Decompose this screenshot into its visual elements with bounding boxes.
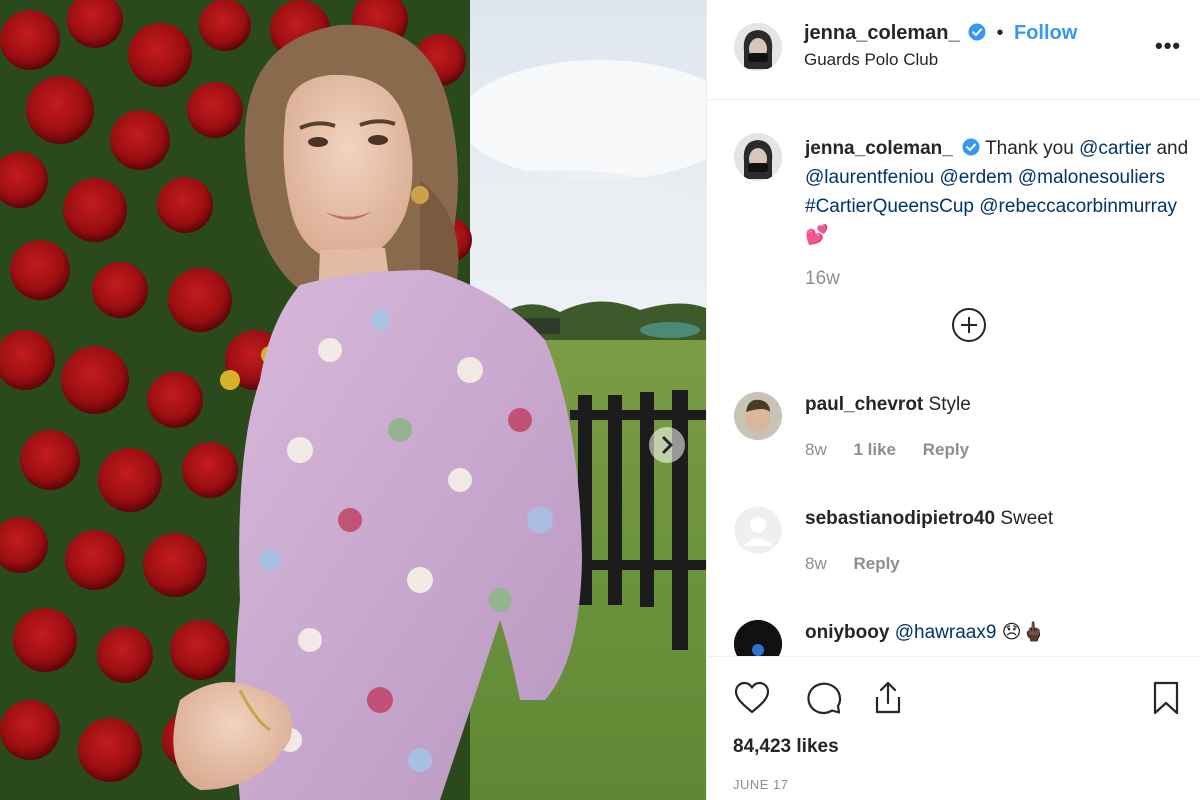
chevron-right-icon: [662, 436, 673, 454]
post-caption: jenna_coleman_ Thank you @cartier and @l…: [805, 134, 1190, 250]
commenter-avatar[interactable]: [734, 392, 782, 440]
comment-emoji: 😞🖕🏿: [1001, 622, 1046, 643]
comments-section[interactable]: jenna_coleman_ Thank you @cartier and @l…: [707, 100, 1200, 656]
comment-item: paul_chevrot Style 8w 1 like Reply: [707, 392, 1200, 472]
post-photo-image: [0, 0, 706, 800]
comment-mention[interactable]: @hawraax9: [895, 622, 997, 643]
caption-hashtag[interactable]: #CartierQueensCup: [805, 196, 974, 217]
caption-emoji: 💕: [805, 225, 829, 246]
comment-item: oniybooy @hawraax9 😞🖕🏿: [707, 620, 1200, 656]
reply-button[interactable]: Reply: [923, 440, 969, 459]
author-line: jenna_coleman_ • Follow: [804, 22, 1077, 45]
comment-username[interactable]: sebastianodipietro40: [805, 508, 995, 529]
caption-mention[interactable]: @erdem: [939, 167, 1012, 188]
comment-item: sebastianodipietro40 Sweet 8w Reply: [707, 506, 1200, 586]
post-header: jenna_coleman_ • Follow Guards Polo Club…: [707, 0, 1200, 100]
verified-badge-icon: [968, 23, 986, 41]
post-date: JUNE 17: [733, 777, 789, 792]
caption-mention[interactable]: @rebeccacorbinmurray: [979, 196, 1177, 217]
post-actions: 84,423 likes JUNE 17: [707, 656, 1200, 800]
caption-timestamp: 16w: [805, 268, 840, 289]
comment-text: Style: [928, 394, 971, 415]
comment-icon[interactable]: [805, 679, 843, 717]
comment-text: Sweet: [1000, 508, 1054, 529]
caption-mention[interactable]: @laurentfeniou: [805, 167, 934, 188]
comment-username[interactable]: paul_chevrot: [805, 394, 923, 415]
caption-mention[interactable]: @malonesouliers: [1018, 167, 1165, 188]
plus-circle-icon[interactable]: [950, 306, 988, 344]
comment-text-line: oniybooy @hawraax9 😞🖕🏿: [805, 620, 1190, 646]
caption-and: and: [1156, 138, 1189, 159]
instagram-post-view: jenna_coleman_ • Follow Guards Polo Club…: [0, 0, 1200, 800]
comment-time: 8w: [805, 554, 827, 573]
separator-dot: •: [996, 22, 1004, 44]
caption-mention[interactable]: @cartier: [1079, 138, 1151, 159]
bookmark-icon[interactable]: [1147, 679, 1185, 717]
reply-button[interactable]: Reply: [853, 554, 899, 573]
follow-button[interactable]: Follow: [1014, 22, 1077, 44]
commenter-avatar[interactable]: [734, 506, 782, 554]
comment-username[interactable]: oniybooy: [805, 622, 889, 643]
heart-icon[interactable]: [733, 679, 771, 717]
caption-text: Thank you: [985, 138, 1074, 159]
comment-time: 8w: [805, 440, 827, 459]
author-username[interactable]: jenna_coleman_: [804, 22, 960, 44]
share-icon[interactable]: [869, 679, 907, 717]
next-photo-button[interactable]: [649, 427, 685, 463]
comment-text-line: sebastianodipietro40 Sweet: [805, 506, 1190, 532]
comment-meta: 8w Reply: [805, 554, 922, 574]
caption-avatar[interactable]: [734, 133, 782, 181]
post-location[interactable]: Guards Polo Club: [804, 50, 938, 70]
post-side-panel: jenna_coleman_ • Follow Guards Polo Club…: [706, 0, 1200, 800]
verified-badge-icon: [962, 138, 980, 156]
post-photo[interactable]: [0, 0, 706, 800]
author-avatar[interactable]: [734, 23, 782, 71]
comment-text-line: paul_chevrot Style: [805, 392, 1190, 418]
comment-likes[interactable]: 1 like: [853, 440, 896, 459]
commenter-avatar[interactable]: [734, 620, 782, 656]
comment-meta: 8w 1 like Reply: [805, 440, 991, 460]
more-options-button[interactable]: •••: [1155, 33, 1181, 59]
caption-username[interactable]: jenna_coleman_: [805, 138, 953, 159]
likes-count[interactable]: 84,423 likes: [733, 736, 839, 758]
